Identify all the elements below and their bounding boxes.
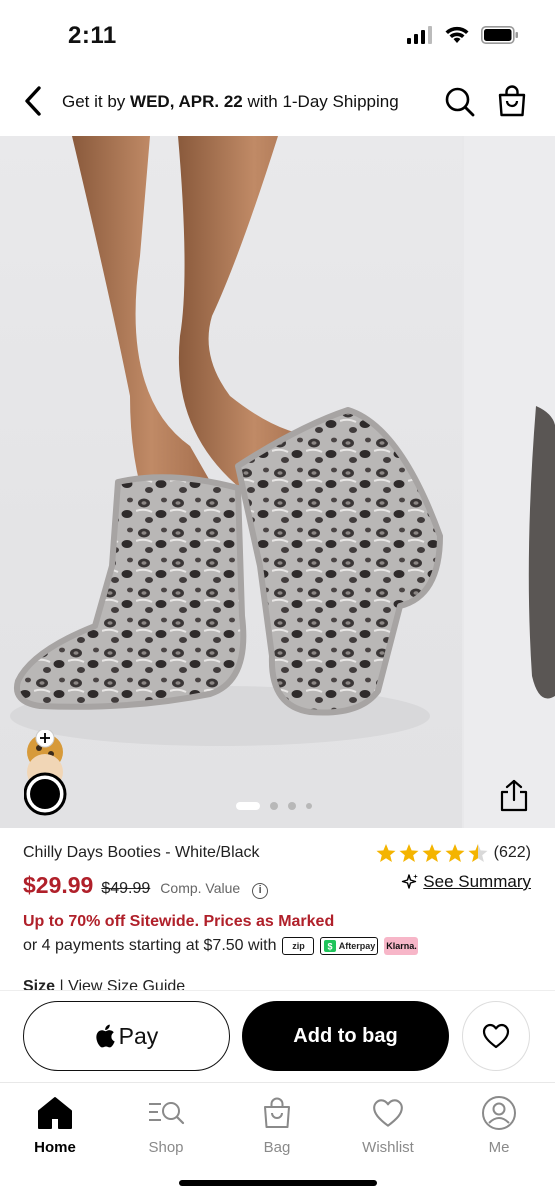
shipping-banner: Get it by WED, APR. 22 with 1-Day Shippi… bbox=[62, 92, 399, 112]
gallery-pagination bbox=[236, 802, 312, 810]
back-button[interactable] bbox=[18, 84, 48, 118]
gallery-dot-3[interactable] bbox=[288, 802, 296, 810]
afterpay-icon: $ bbox=[323, 940, 336, 952]
share-icon bbox=[500, 779, 528, 812]
tab-wishlist[interactable]: Wishlist bbox=[343, 1093, 433, 1156]
swatch-stack[interactable] bbox=[23, 728, 70, 820]
svg-text:$: $ bbox=[327, 942, 332, 952]
purchase-action-bar: Pay Add to bag bbox=[0, 990, 555, 1082]
gallery-dot-1[interactable] bbox=[236, 802, 260, 810]
product-image-next-preview bbox=[464, 136, 555, 828]
wishlist-heart-icon bbox=[368, 1093, 408, 1133]
klarna-badge[interactable]: Klarna. bbox=[384, 937, 419, 955]
status-time: 2:11 bbox=[68, 22, 117, 49]
product-image-main bbox=[0, 136, 462, 828]
tab-bag-label: Bag bbox=[263, 1139, 291, 1156]
chevron-left-icon bbox=[25, 86, 41, 116]
home-indicator bbox=[179, 1180, 377, 1186]
product-title: Chilly Days Booties - White/Black bbox=[23, 844, 260, 861]
afterpay-label: Afterpay bbox=[338, 941, 376, 951]
installment-payments: or 4 payments starting at $7.50 with zip… bbox=[23, 937, 419, 955]
comp-value-label: Comp. Value bbox=[160, 880, 241, 896]
heart-icon bbox=[482, 1023, 510, 1049]
star-rating-icon bbox=[376, 844, 488, 862]
add-to-bag-button[interactable]: Add to bag bbox=[242, 1001, 449, 1071]
size-row: Size | View Size Guide bbox=[23, 978, 185, 990]
wifi-icon bbox=[445, 26, 469, 43]
gallery-dot-2[interactable] bbox=[270, 802, 278, 810]
payments-text: or 4 payments starting at $7.50 with bbox=[23, 937, 277, 954]
tab-shop-label: Shop bbox=[148, 1139, 184, 1156]
price-row: $29.99 $49.99 Comp. Value i bbox=[23, 872, 269, 899]
shop-icon bbox=[146, 1093, 186, 1133]
share-button[interactable] bbox=[496, 778, 532, 814]
battery-icon bbox=[481, 26, 518, 44]
apple-logo-icon bbox=[96, 1024, 115, 1048]
tab-home-label: Home bbox=[34, 1139, 76, 1156]
tab-shop[interactable]: Shop bbox=[121, 1093, 211, 1156]
sale-price: $29.99 bbox=[23, 872, 94, 898]
home-icon bbox=[35, 1093, 75, 1133]
status-bar: 2:11 bbox=[0, 0, 555, 72]
product-photo bbox=[10, 136, 443, 746]
bag-button[interactable] bbox=[496, 84, 528, 118]
product-photo-next bbox=[528, 406, 555, 699]
tab-home[interactable]: Home bbox=[10, 1093, 100, 1156]
rating-summary[interactable]: (622) bbox=[376, 842, 531, 864]
gallery-dot-4[interactable] bbox=[306, 803, 312, 809]
afterpay-badge[interactable]: $ Afterpay bbox=[320, 937, 379, 955]
size-guide-link[interactable]: View Size Guide bbox=[68, 978, 185, 990]
signal-icon bbox=[407, 26, 432, 44]
shipping-prefix: Get it by bbox=[62, 92, 131, 111]
see-summary-link[interactable]: See Summary bbox=[401, 872, 531, 892]
top-header: Get it by WED, APR. 22 with 1-Day Shippi… bbox=[0, 72, 555, 134]
tab-wishlist-label: Wishlist bbox=[362, 1139, 414, 1156]
shopping-bag-icon bbox=[498, 85, 526, 117]
tab-me[interactable]: Me bbox=[454, 1093, 544, 1156]
shipping-date: WED, APR. 22 bbox=[130, 92, 243, 111]
status-icons bbox=[407, 26, 519, 44]
review-count: (622) bbox=[493, 844, 531, 861]
zip-badge[interactable]: zip bbox=[282, 937, 315, 955]
apple-pay-label: Pay bbox=[118, 1022, 159, 1049]
tab-me-label: Me bbox=[488, 1139, 510, 1156]
info-icon[interactable]: i bbox=[252, 883, 269, 899]
wishlist-button[interactable] bbox=[462, 1001, 530, 1071]
bag-icon bbox=[257, 1093, 297, 1133]
sparkle-icon bbox=[402, 874, 419, 889]
product-image-gallery[interactable] bbox=[0, 136, 555, 828]
size-label: Size bbox=[23, 978, 56, 990]
see-summary-label: See Summary bbox=[423, 872, 531, 891]
shipping-suffix: with 1-Day Shipping bbox=[242, 92, 399, 111]
color-swatches bbox=[23, 728, 70, 820]
apple-pay-button[interactable]: Pay bbox=[23, 1001, 230, 1071]
original-price: $49.99 bbox=[101, 880, 151, 897]
profile-icon bbox=[479, 1093, 519, 1133]
tab-bag[interactable]: Bag bbox=[232, 1093, 322, 1156]
promo-message: Up to 70% off Sitewide. Prices as Marked bbox=[23, 913, 335, 930]
search-button[interactable] bbox=[444, 86, 476, 118]
search-icon bbox=[445, 87, 475, 117]
